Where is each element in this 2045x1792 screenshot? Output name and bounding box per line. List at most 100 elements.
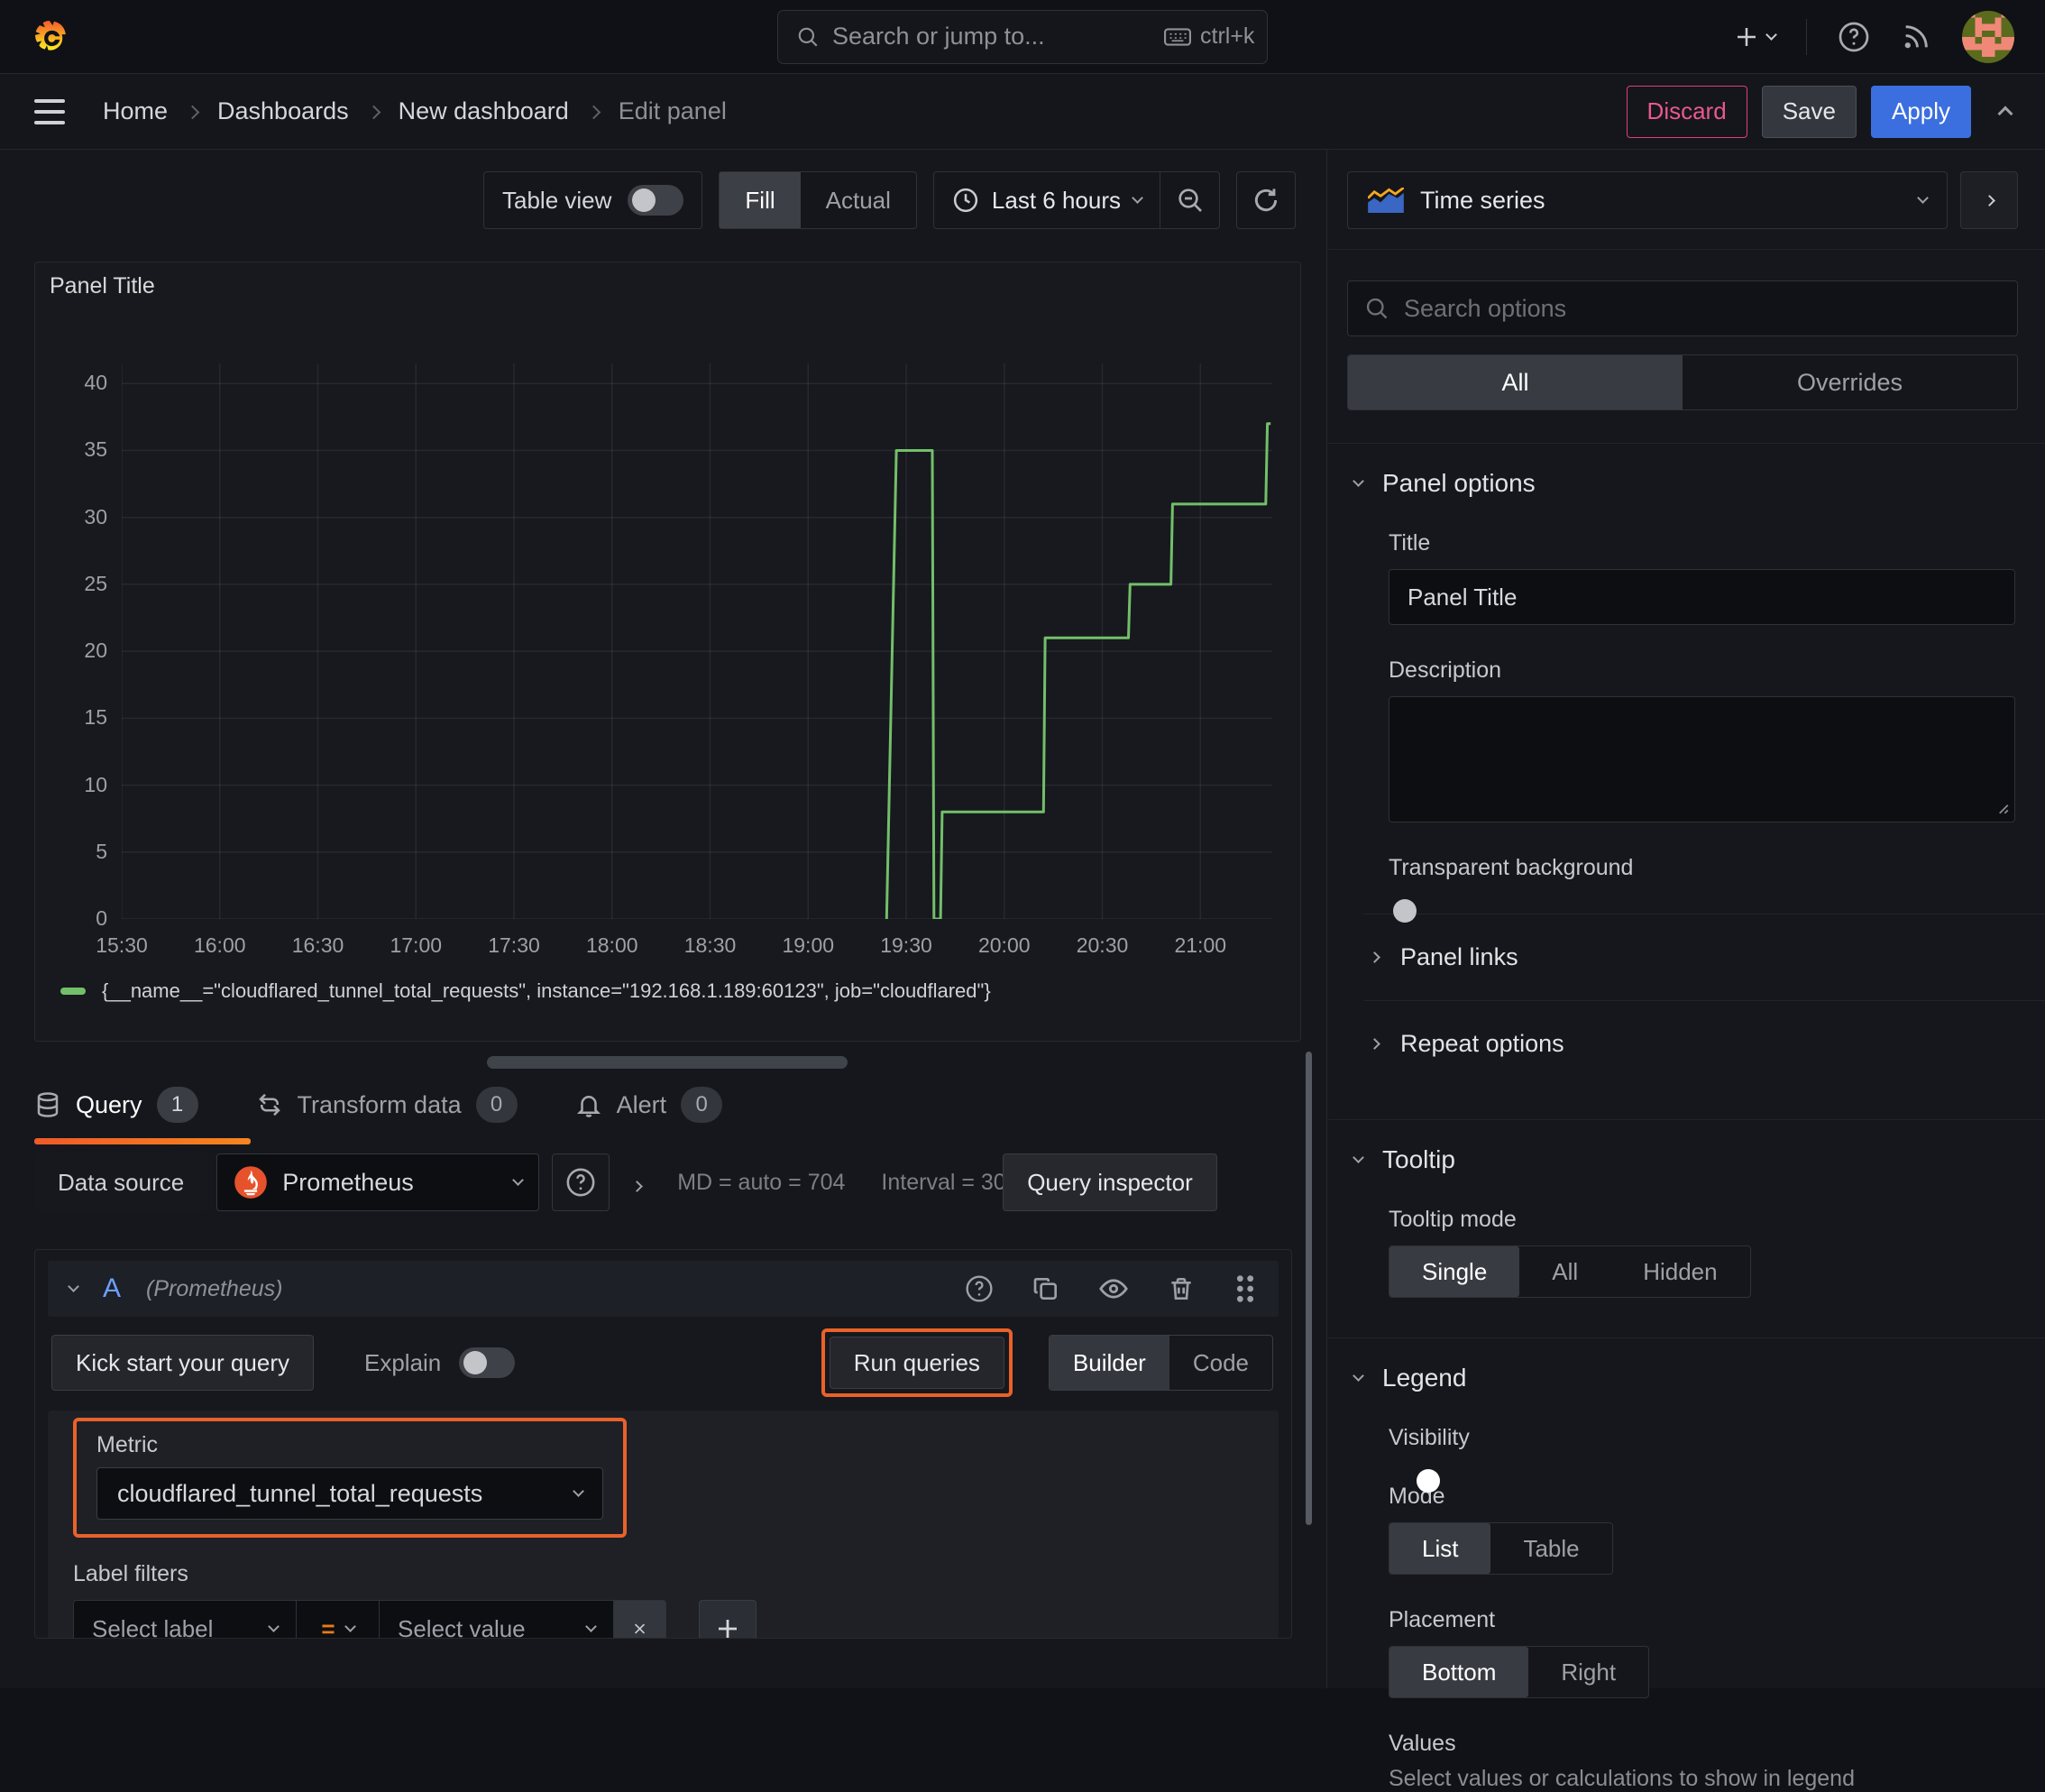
legend-section: Legend Visibility Mode List Table Placem… bbox=[1327, 1337, 2045, 1792]
description-label: Description bbox=[1389, 657, 1502, 683]
explain-toggle[interactable] bbox=[459, 1347, 516, 1378]
query-editor-card: A (Prometheus) Kick start your query Exp… bbox=[34, 1249, 1292, 1639]
datasource-select[interactable]: Prometheus bbox=[216, 1153, 540, 1211]
y-tick-label: 25 bbox=[84, 571, 107, 595]
x-tick-label: 21:00 bbox=[1174, 933, 1227, 957]
hide-query-icon[interactable] bbox=[1098, 1273, 1129, 1304]
duplicate-query-icon[interactable] bbox=[1032, 1274, 1060, 1303]
tooltip-all[interactable]: All bbox=[1519, 1246, 1610, 1297]
kick-start-button[interactable]: Kick start your query bbox=[51, 1335, 314, 1391]
y-tick-label: 20 bbox=[84, 639, 107, 663]
breadcrumb-dashboards[interactable]: Dashboards bbox=[217, 97, 349, 125]
actual-tab[interactable]: Actual bbox=[801, 172, 916, 228]
series-label: {__name__="cloudflared_tunnel_total_requ… bbox=[102, 979, 991, 1002]
grafana-logo-icon[interactable] bbox=[31, 14, 72, 60]
delete-query-icon[interactable] bbox=[1167, 1274, 1196, 1303]
breadcrumb-new-dashboard[interactable]: New dashboard bbox=[399, 97, 569, 125]
remove-filter-icon[interactable] bbox=[614, 1600, 666, 1638]
explain-label: Explain bbox=[363, 1348, 442, 1376]
collapse-sidebar-icon[interactable] bbox=[1960, 171, 2018, 229]
legend-mode-table[interactable]: Table bbox=[1490, 1523, 1611, 1574]
tab-query[interactable]: Query 1 bbox=[34, 1087, 250, 1144]
operator-dropdown[interactable]: = bbox=[297, 1600, 380, 1638]
y-tick-label: 5 bbox=[96, 839, 107, 863]
transparent-background-label: Transparent background bbox=[1389, 855, 1634, 880]
y-tick-label: 0 bbox=[96, 906, 107, 930]
time-range-picker[interactable]: Last 6 hours bbox=[934, 172, 1160, 228]
tooltip-single[interactable]: Single bbox=[1389, 1246, 1520, 1297]
scrollbar[interactable] bbox=[1306, 1052, 1312, 1525]
chevron-right-icon bbox=[185, 105, 200, 120]
collapse-query-icon[interactable] bbox=[68, 1281, 79, 1292]
run-queries-button[interactable]: Run queries bbox=[829, 1337, 1004, 1389]
panel-title[interactable]: Panel Title bbox=[50, 273, 155, 299]
search-icon bbox=[1364, 296, 1389, 321]
tab-overrides[interactable]: Overrides bbox=[1683, 355, 2017, 409]
select-value-dropdown[interactable]: Select value bbox=[380, 1600, 614, 1638]
apply-button[interactable]: Apply bbox=[1870, 85, 1971, 138]
tab-all[interactable]: All bbox=[1348, 355, 1683, 409]
tab-alert[interactable]: Alert 0 bbox=[575, 1087, 723, 1144]
search-input[interactable] bbox=[832, 23, 1151, 51]
editor-tabs: Query 1 Transform data 0 Alert 0 bbox=[34, 1087, 1326, 1144]
query-inspector-button[interactable]: Query inspector bbox=[1003, 1153, 1217, 1211]
panel-title-input[interactable] bbox=[1389, 569, 2015, 625]
new-dropdown-button[interactable] bbox=[1733, 23, 1777, 51]
metric-select[interactable]: cloudflared_tunnel_total_requests bbox=[96, 1467, 603, 1520]
query-row-header[interactable]: A (Prometheus) bbox=[48, 1261, 1279, 1317]
visualization-select[interactable]: Time series bbox=[1347, 171, 1948, 229]
query-help-icon[interactable] bbox=[965, 1274, 994, 1303]
x-tick-label: 15:30 bbox=[96, 933, 148, 957]
news-icon[interactable] bbox=[1901, 22, 1931, 52]
options-sidebar: Time series All Overrides Panel options … bbox=[1326, 150, 2045, 1791]
repeat-options-row[interactable]: Repeat options bbox=[1363, 1000, 2045, 1087]
refresh-icon[interactable] bbox=[1236, 171, 1296, 229]
zoom-out-icon[interactable] bbox=[1160, 172, 1219, 228]
global-search[interactable]: ctrl+k bbox=[777, 9, 1268, 64]
user-avatar[interactable] bbox=[1962, 10, 2014, 63]
placement-bottom[interactable]: Bottom bbox=[1389, 1647, 1529, 1697]
panel-options-section: Panel options Title Description Transpar… bbox=[1327, 443, 2045, 1087]
tab-transform-data[interactable]: Transform data 0 bbox=[256, 1087, 518, 1144]
add-filter-icon[interactable] bbox=[699, 1600, 757, 1638]
legend-item[interactable]: {__name__="cloudflared_tunnel_total_requ… bbox=[60, 979, 991, 1003]
keyboard-shortcut: ctrl+k bbox=[1164, 23, 1254, 50]
time-series-icon bbox=[1368, 188, 1404, 213]
fill-tab[interactable]: Fill bbox=[720, 172, 801, 228]
breadcrumb-home[interactable]: Home bbox=[103, 97, 168, 125]
select-label-dropdown[interactable]: Select label bbox=[73, 1600, 297, 1638]
chevron-right-icon bbox=[586, 105, 601, 120]
table-view-toggle[interactable] bbox=[628, 185, 684, 216]
x-tick-label: 16:30 bbox=[291, 933, 344, 957]
tooltip-heading[interactable]: Tooltip bbox=[1327, 1145, 2045, 1174]
y-tick-label: 30 bbox=[84, 504, 107, 528]
options-search[interactable] bbox=[1347, 280, 2018, 336]
resize-handle[interactable] bbox=[487, 1056, 848, 1069]
save-button[interactable]: Save bbox=[1761, 85, 1857, 138]
tooltip-hidden[interactable]: Hidden bbox=[1610, 1246, 1749, 1297]
menu-icon[interactable] bbox=[34, 98, 65, 124]
description-textarea[interactable] bbox=[1389, 696, 2015, 822]
datasource-help-icon[interactable] bbox=[552, 1153, 610, 1211]
builder-tab[interactable]: Builder bbox=[1049, 1336, 1169, 1390]
options-search-input[interactable] bbox=[1404, 294, 2001, 323]
bell-icon bbox=[575, 1091, 602, 1118]
legend-mode-list[interactable]: List bbox=[1389, 1523, 1491, 1574]
query-ref: A bbox=[103, 1273, 122, 1303]
query-toolbar: Kick start your query Explain Run querie… bbox=[48, 1328, 1279, 1397]
code-tab[interactable]: Code bbox=[1169, 1336, 1272, 1390]
breadcrumb: Home Dashboards New dashboard Edit panel bbox=[103, 97, 727, 125]
collapse-options-icon[interactable] bbox=[1997, 97, 2013, 125]
visibility-label: Visibility bbox=[1389, 1425, 1470, 1450]
placement-right[interactable]: Right bbox=[1528, 1647, 1648, 1697]
drag-query-icon[interactable] bbox=[1233, 1273, 1257, 1304]
panel-links-row[interactable]: Panel links bbox=[1363, 914, 2045, 1000]
help-icon[interactable] bbox=[1838, 21, 1870, 53]
values-hint: Select values or calculations to show in… bbox=[1389, 1766, 1855, 1791]
expand-row-icon[interactable] bbox=[631, 1169, 644, 1197]
legend-heading[interactable]: Legend bbox=[1327, 1364, 2045, 1392]
panel-options-heading[interactable]: Panel options bbox=[1327, 469, 2045, 498]
discard-button[interactable]: Discard bbox=[1626, 85, 1747, 138]
query-builder-body: Metric cloudflared_tunnel_total_requests… bbox=[48, 1411, 1279, 1638]
table-view-label: Table view bbox=[502, 186, 612, 214]
